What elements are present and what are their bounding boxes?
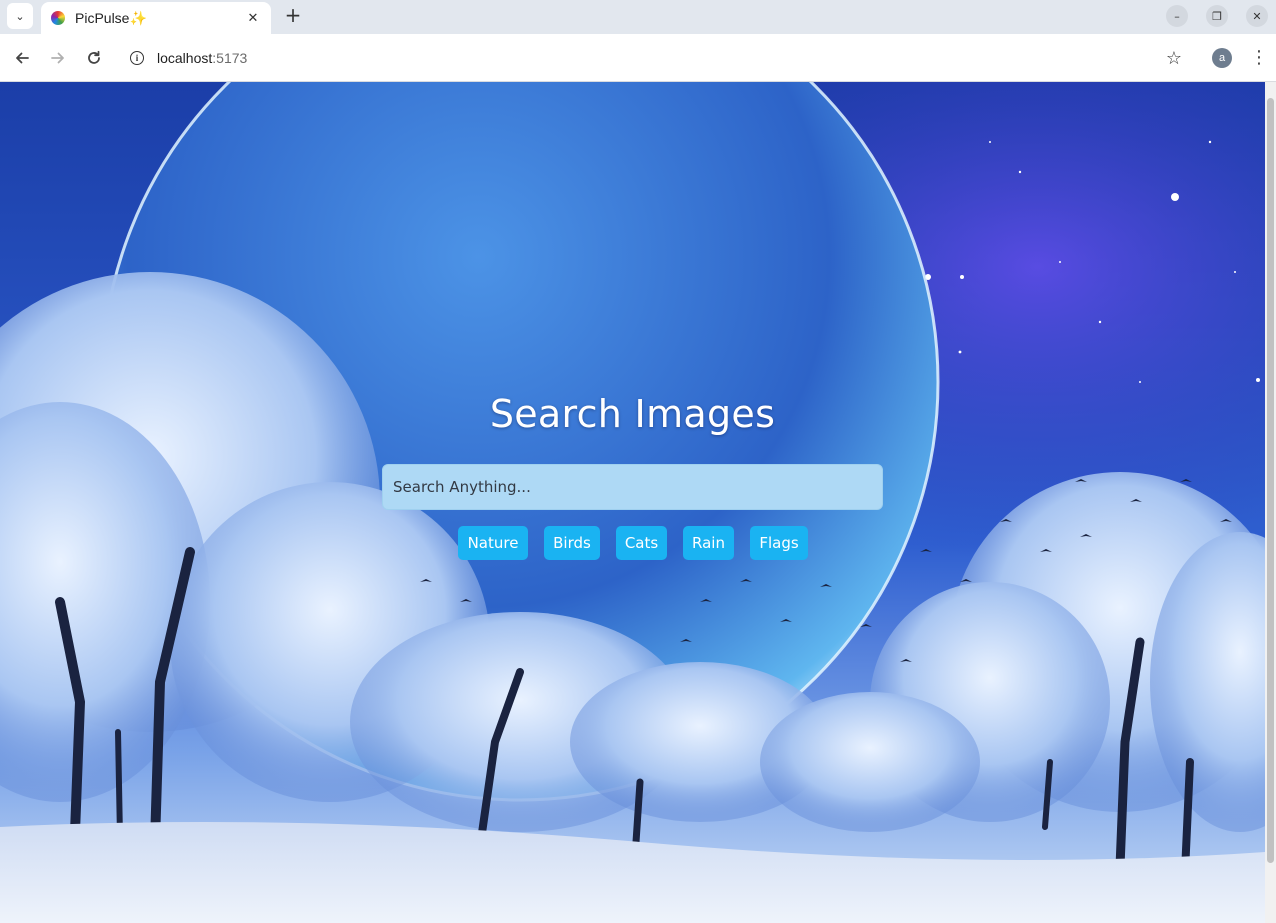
page-viewport: Search Images Nature Birds Cats Rain Fla…	[0, 82, 1265, 923]
chevron-down-icon: ⌄	[15, 9, 25, 23]
browser-toolbar: i localhost :5173 ☆ a ⋮	[0, 34, 1276, 82]
close-window-button[interactable]: ✕	[1246, 5, 1268, 27]
page-title: Search Images	[489, 392, 776, 436]
forward-button[interactable]	[46, 46, 70, 70]
arrow-right-icon	[51, 52, 64, 64]
maximize-button[interactable]: ❐	[1206, 5, 1228, 27]
reload-icon	[88, 50, 100, 64]
reload-button[interactable]	[82, 46, 106, 70]
url-host: localhost	[157, 50, 213, 66]
minimize-icon: –	[1174, 9, 1180, 23]
star-icon[interactable]: ☆	[1166, 48, 1182, 69]
scrollbar-thumb[interactable]	[1267, 98, 1274, 863]
info-icon[interactable]: i	[130, 51, 144, 65]
tab-strip: ⌄ PicPulse✨ ✕ + – ❐ ✕	[0, 0, 1276, 34]
arrow-left-icon	[16, 52, 29, 64]
tag-flags-button[interactable]: Flags	[750, 526, 808, 560]
plus-icon: +	[284, 3, 302, 27]
close-icon[interactable]: ✕	[245, 11, 261, 26]
page-scrollbar[interactable]	[1265, 82, 1276, 923]
restore-icon: ❐	[1212, 9, 1222, 23]
browser-tab[interactable]: PicPulse✨ ✕	[41, 2, 271, 34]
address-bar[interactable]: i localhost :5173 ☆	[120, 40, 1194, 76]
minimize-button[interactable]: –	[1166, 5, 1188, 27]
search-input[interactable]	[382, 464, 883, 510]
close-icon: ✕	[1252, 9, 1262, 23]
new-tab-button[interactable]: +	[282, 4, 304, 26]
tag-birds-button[interactable]: Birds	[544, 526, 600, 560]
avatar[interactable]: a	[1212, 48, 1232, 68]
kebab-menu-icon[interactable]: ⋮	[1250, 47, 1268, 69]
tab-search-button[interactable]: ⌄	[7, 3, 33, 29]
back-button[interactable]	[10, 46, 34, 70]
tag-rain-button[interactable]: Rain	[683, 526, 734, 560]
tab-title: PicPulse✨	[75, 9, 147, 26]
tag-button-group: Nature Birds Cats Rain Flags	[0, 526, 1265, 560]
url-port: :5173	[212, 50, 248, 66]
tag-cats-button[interactable]: Cats	[616, 526, 667, 560]
tag-nature-button[interactable]: Nature	[458, 526, 528, 560]
picpulse-flower-icon	[51, 11, 65, 25]
